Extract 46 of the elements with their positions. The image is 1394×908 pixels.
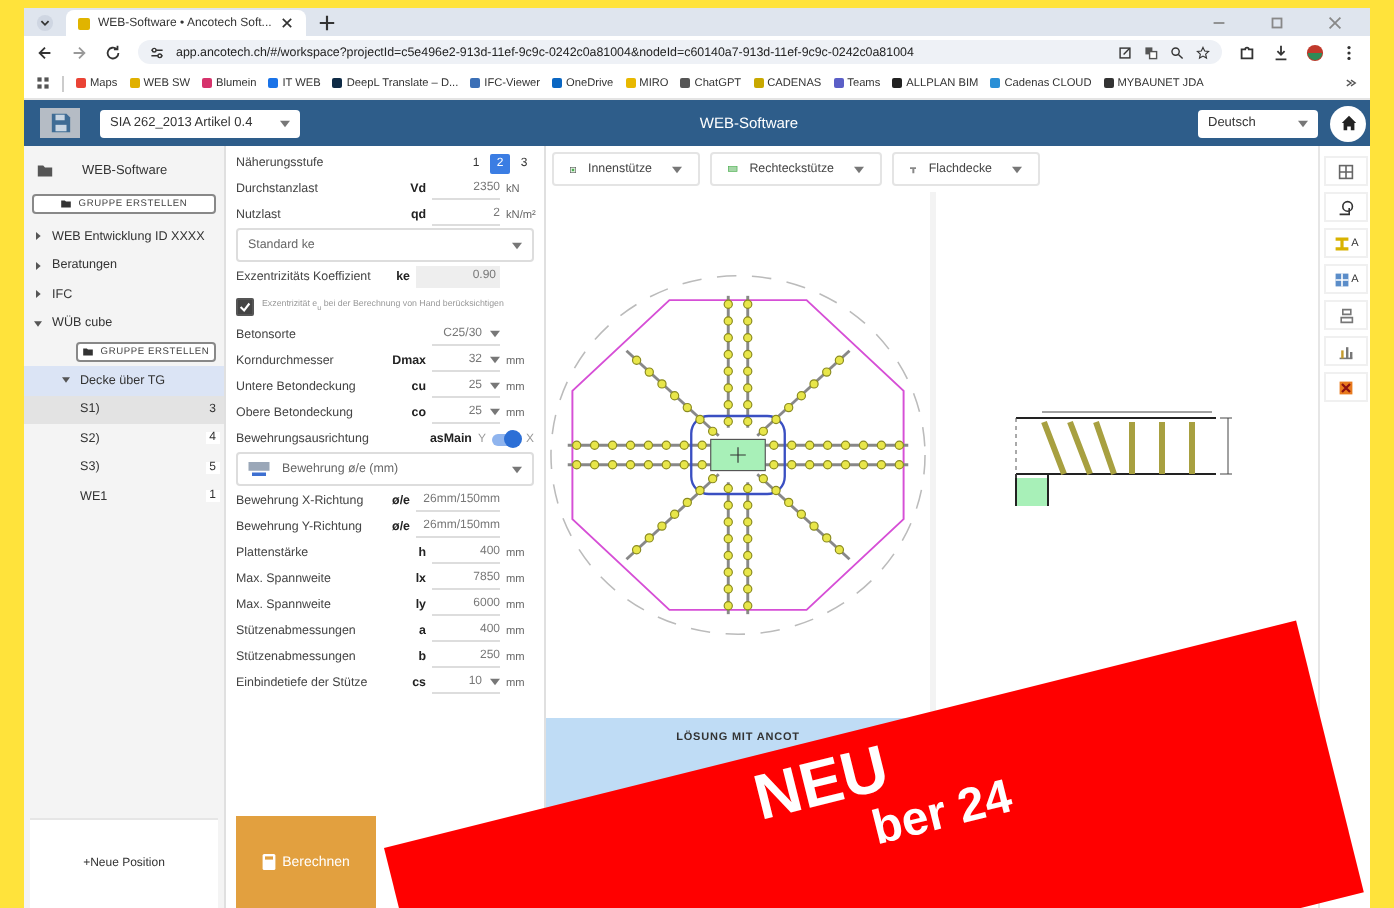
folder-icon: [60, 198, 73, 210]
site-settings-icon[interactable]: [150, 45, 164, 59]
tool-button[interactable]: [1324, 192, 1368, 222]
apps-icon[interactable]: [36, 76, 50, 90]
save-icon: [49, 112, 71, 134]
folder-icon: [82, 346, 95, 358]
extensions-icon[interactable]: [1238, 43, 1256, 61]
home-icon: [1339, 114, 1357, 132]
tab-list-icon[interactable]: [36, 13, 54, 31]
translate-icon[interactable]: [1144, 45, 1158, 59]
grid-icon: [1338, 163, 1354, 179]
forward-icon[interactable]: [70, 43, 88, 61]
maximize-icon[interactable]: [1268, 13, 1286, 31]
delete-icon: [1338, 379, 1354, 395]
caret-icon: [512, 465, 522, 473]
download-icon[interactable]: [1272, 43, 1290, 61]
caret-icon: [672, 165, 682, 173]
t-beam-icon: [910, 161, 917, 177]
caret-icon: [1012, 165, 1022, 173]
layout-icon: [1338, 307, 1354, 323]
caret-icon: [512, 241, 522, 249]
calculator-icon: [262, 854, 277, 870]
bar-chart-icon: [1338, 343, 1354, 359]
home-button[interactable]: [1330, 105, 1366, 141]
caret-icon: [280, 119, 290, 127]
more-icon[interactable]: [1344, 76, 1358, 90]
avatar-icon[interactable]: [1306, 43, 1324, 61]
i-beam-icon: [1333, 235, 1350, 251]
reload-icon[interactable]: [104, 43, 122, 61]
caret-icon: [1298, 119, 1308, 127]
toggle-switch[interactable]: [491, 433, 520, 445]
folder-icon: [36, 161, 54, 179]
close-icon[interactable]: [279, 16, 294, 30]
save-button[interactable]: [40, 108, 80, 138]
tool-button[interactable]: [1324, 372, 1368, 402]
star-icon[interactable]: [1196, 45, 1210, 59]
shapes-icon: [1338, 199, 1354, 215]
tool-button[interactable]: [1324, 156, 1368, 186]
grid-icon: [1333, 271, 1350, 287]
zoom-icon[interactable]: [1170, 45, 1184, 59]
open-icon[interactable]: [1118, 45, 1132, 59]
new-tab-icon[interactable]: [317, 13, 336, 31]
checkbox[interactable]: [236, 297, 254, 315]
column-icon: [570, 161, 576, 177]
back-icon[interactable]: [36, 43, 54, 61]
caret-icon: [854, 165, 864, 173]
